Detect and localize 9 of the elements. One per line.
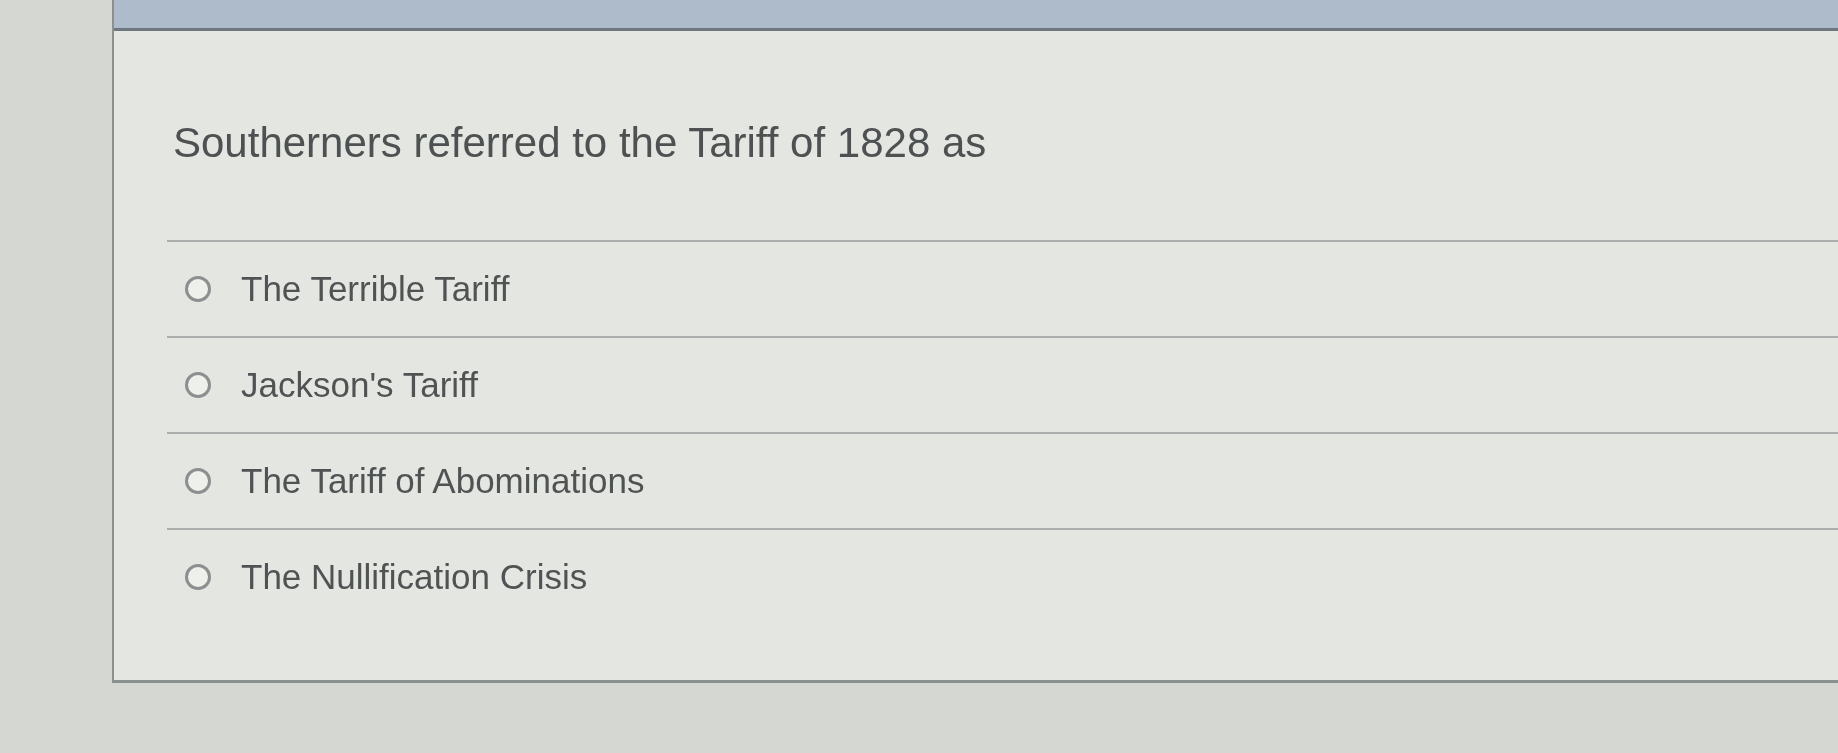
radio-button[interactable] — [185, 468, 211, 494]
radio-button[interactable] — [185, 276, 211, 302]
radio-button[interactable] — [185, 372, 211, 398]
option-label[interactable]: Jackson's Tariff — [241, 363, 478, 407]
option-label[interactable]: The Terrible Tariff — [241, 267, 510, 311]
option-label[interactable]: The Nullification Crisis — [241, 555, 588, 599]
option-label[interactable]: The Tariff of Abominations — [241, 459, 645, 503]
question-text: Southerners referred to the Tariff of 1828 as — [173, 118, 988, 168]
radio-button[interactable] — [185, 564, 211, 590]
